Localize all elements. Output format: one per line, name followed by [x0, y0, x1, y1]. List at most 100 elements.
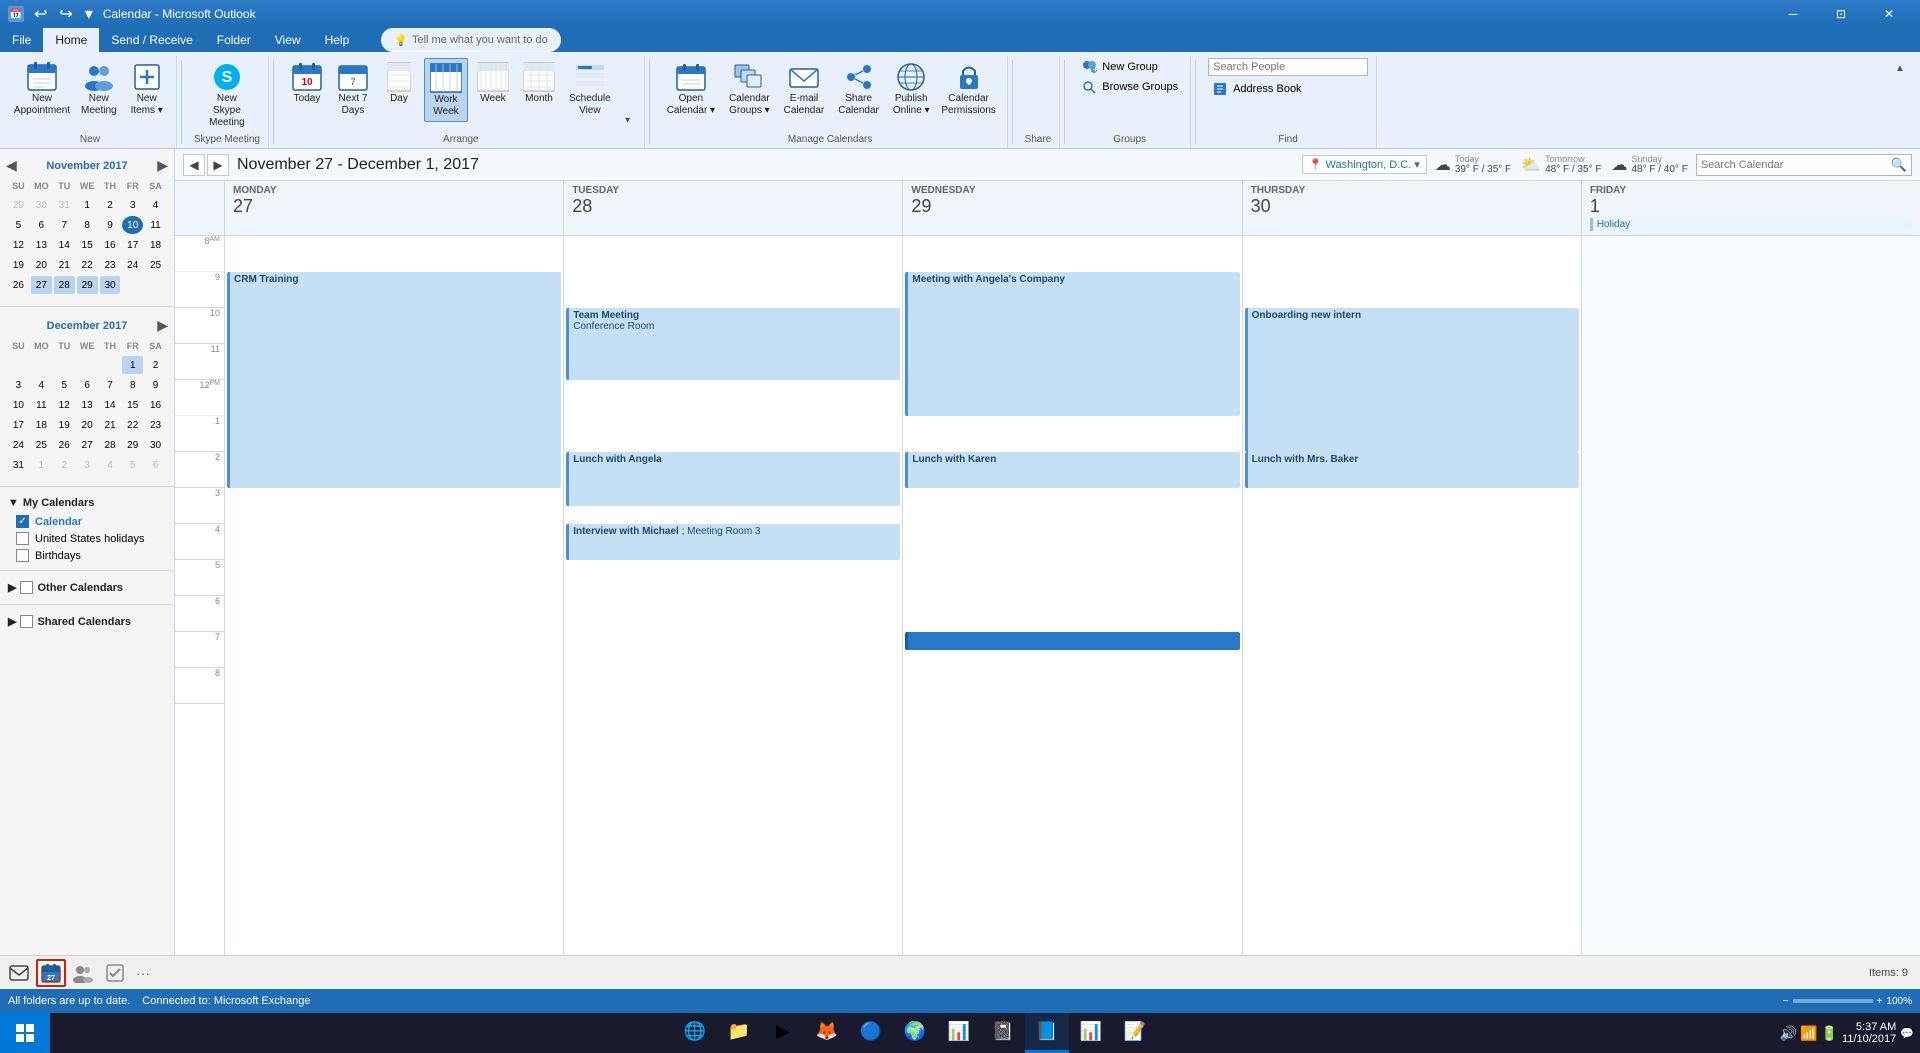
nov-date[interactable]: 2 [100, 196, 121, 214]
dec-date[interactable]: 25 [31, 436, 52, 454]
nov-date[interactable]: 16 [100, 236, 121, 254]
customize-btn[interactable]: ▾ [81, 4, 97, 24]
nov-date[interactable]: 27 [31, 276, 52, 294]
event-team-meeting[interactable]: Team Meeting Conference Room [566, 308, 900, 380]
volume-icon[interactable]: 🔊 [1780, 1025, 1797, 1042]
nav-mail-btn[interactable] [4, 959, 34, 987]
dec-date[interactable]: 27 [77, 436, 98, 454]
nov-date[interactable]: 7 [54, 216, 75, 234]
nav-people-btn[interactable] [68, 959, 98, 987]
dec-date[interactable]: 17 [8, 416, 29, 434]
dec-date[interactable]: 15 [122, 396, 143, 414]
other-calendars-checkbox[interactable] [20, 581, 33, 594]
event-dark-blue[interactable] [905, 632, 1239, 650]
month-btn[interactable]: Month [518, 58, 560, 108]
dec-date[interactable]: 21 [100, 416, 121, 434]
calendar-groups-btn[interactable]: CalendarGroups ▾ [724, 58, 775, 120]
publish-online-btn[interactable]: PublishOnline ▾ [888, 58, 935, 120]
shared-calendars-section[interactable]: ▶ Shared Calendars [0, 611, 174, 632]
nov-cal-title[interactable]: November 2017 [46, 160, 127, 172]
holidays-checkbox[interactable] [16, 532, 29, 545]
nov-date[interactable]: 22 [77, 256, 98, 274]
dec-date[interactable]: 3 [8, 376, 29, 394]
tab-home[interactable]: Home [43, 28, 99, 52]
nov-date[interactable]: 29 [8, 196, 29, 214]
dec-date[interactable]: 20 [77, 416, 98, 434]
cal-next-btn[interactable]: ▶ [207, 154, 229, 176]
nov-date[interactable]: 8 [77, 216, 98, 234]
taskbar-time[interactable]: 5:37 AM 11/10/2017 [1842, 1021, 1896, 1045]
dec-next-btn[interactable]: ▶ [157, 317, 168, 334]
event-interview-michael[interactable]: Interview with Michael ; Meeting Room 3 [566, 524, 900, 560]
other-calendars-section[interactable]: ▶ Other Calendars [0, 577, 174, 598]
today-btn[interactable]: 10 Today [286, 58, 328, 108]
nov-date[interactable]: 24 [122, 256, 143, 274]
tell-me-box[interactable]: 💡 Tell me what you want to do [381, 28, 560, 52]
calendar-item-calendar[interactable]: ✓ Calendar [0, 513, 174, 530]
dec-date[interactable]: 23 [145, 416, 166, 434]
nov-date[interactable]: 19 [8, 256, 29, 274]
dec-date[interactable]: 7 [100, 376, 121, 394]
next7days-btn[interactable]: 7 Next 7Days [332, 58, 374, 120]
cal-prev-btn[interactable]: ◀ [183, 154, 205, 176]
zoom-in-btn[interactable]: + [1877, 996, 1883, 1007]
tab-view[interactable]: View [263, 28, 313, 52]
new-items-btn[interactable]: NewItems ▾ [126, 58, 168, 120]
nov-date[interactable]: 1 [77, 196, 98, 214]
calendar-permissions-btn[interactable]: CalendarPermissions [939, 58, 999, 120]
day-btn[interactable]: Day [378, 58, 420, 108]
browse-groups-btn[interactable]: Browse Groups [1077, 78, 1182, 96]
zoom-slider[interactable] [1793, 999, 1873, 1003]
nov-date[interactable]: 12 [8, 236, 29, 254]
search-people-input[interactable] [1208, 58, 1368, 76]
dec-date[interactable]: 26 [54, 436, 75, 454]
calendar-item-birthdays[interactable]: Birthdays [0, 547, 174, 564]
nov-date[interactable]: 20 [31, 256, 52, 274]
open-calendar-btn[interactable]: OpenCalendar ▾ [662, 58, 720, 120]
nov-date[interactable]: 28 [54, 276, 75, 294]
battery-icon[interactable]: 🔋 [1821, 1025, 1838, 1042]
nov-date[interactable]: 23 [100, 256, 121, 274]
nov-date[interactable]: 14 [54, 236, 75, 254]
dec-date[interactable]: 31 [8, 456, 29, 474]
dec-date[interactable]: 6 [145, 456, 166, 474]
dec-date[interactable]: 16 [145, 396, 166, 414]
taskbar-media[interactable]: ▶ [761, 1013, 805, 1053]
notification-icon[interactable]: 💬 [1900, 1027, 1914, 1040]
dec-date[interactable] [54, 356, 75, 374]
dec-date[interactable]: 4 [31, 376, 52, 394]
dec-date[interactable]: 13 [77, 396, 98, 414]
nov-date[interactable]: 25 [145, 256, 166, 274]
nov-date[interactable]: 4 [145, 196, 166, 214]
event-lunch-karen[interactable]: Lunch with Karen [905, 452, 1239, 488]
new-group-btn[interactable]: + New Group [1077, 58, 1182, 76]
nov-prev-btn[interactable]: ◀ [6, 157, 17, 174]
event-crm-training[interactable]: CRM Training [227, 272, 561, 488]
tab-folder[interactable]: Folder [205, 28, 263, 52]
nov-date[interactable]: 17 [122, 236, 143, 254]
dec-date[interactable]: 4 [100, 456, 121, 474]
week-btn[interactable]: Week [472, 58, 514, 108]
redo-btn[interactable]: ↪ [55, 4, 76, 24]
nov-date[interactable]: 31 [54, 196, 75, 214]
dec-date[interactable]: 14 [100, 396, 121, 414]
event-lunch-mrs-baker[interactable]: Lunch with Mrs. Baker [1245, 452, 1579, 488]
zoom-out-btn[interactable]: − [1783, 996, 1789, 1007]
taskbar-onenote[interactable]: 📓 [981, 1013, 1025, 1053]
email-calendar-btn[interactable]: E-mailCalendar [779, 58, 830, 120]
new-skype-meeting-btn[interactable]: S New SkypeMeeting [197, 58, 257, 132]
dec-date[interactable]: 5 [122, 456, 143, 474]
calendar-checkbox[interactable]: ✓ [16, 515, 29, 528]
nov-date[interactable] [145, 276, 166, 294]
dec-date[interactable]: 8 [122, 376, 143, 394]
nov-date[interactable]: 29 [77, 276, 98, 294]
taskbar-chrome[interactable]: 🔵 [849, 1013, 893, 1053]
dec-date[interactable]: 22 [122, 416, 143, 434]
nov-date[interactable]: 9 [100, 216, 121, 234]
nov-today[interactable]: 10 [122, 216, 143, 234]
dec-date[interactable]: 2 [54, 456, 75, 474]
nov-date[interactable]: 15 [77, 236, 98, 254]
share-calendar-btn[interactable]: ShareCalendar [833, 58, 884, 120]
nov-date[interactable]: 21 [54, 256, 75, 274]
dec-date[interactable] [77, 356, 98, 374]
